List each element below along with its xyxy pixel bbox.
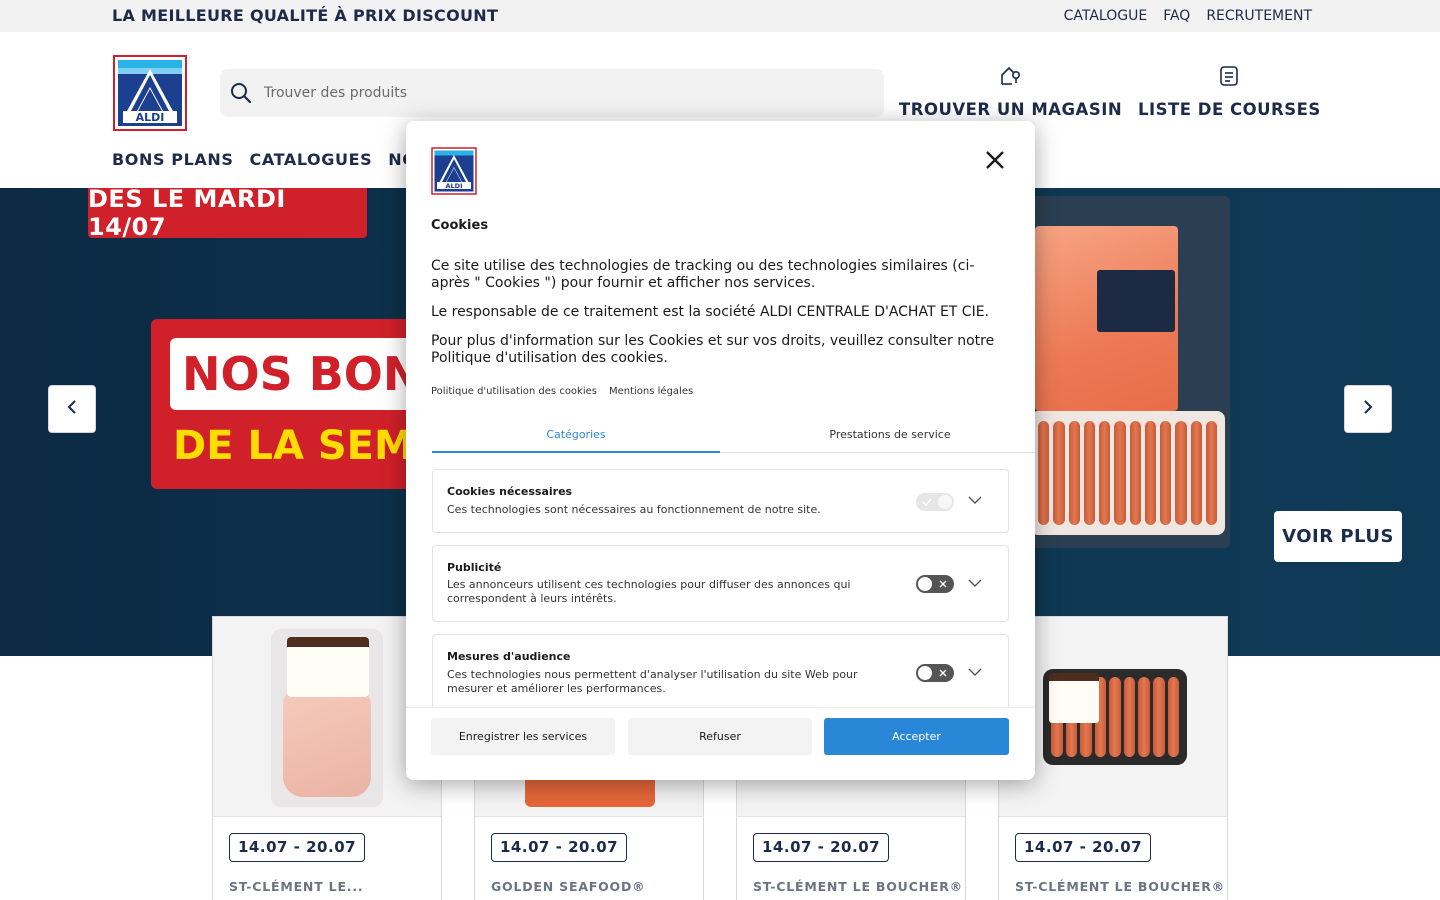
carousel-prev-button[interactable] (48, 385, 96, 433)
modal-tabs: Catégories Prestations de service (432, 421, 1035, 453)
product-date: 14.07 - 20.07 (491, 833, 628, 862)
tab-services[interactable]: Prestations de service (746, 421, 1034, 453)
product-brand: GOLDEN SEAFOOD® (491, 879, 646, 894)
store-icon (999, 64, 1023, 100)
salmon-image (1035, 226, 1178, 411)
chevron-down-icon[interactable] (967, 575, 983, 591)
modal-logo-text: ALDI (446, 182, 463, 190)
cookie-consent-modal: ALDI Cookies Ce site utilise des technol… (406, 121, 1035, 780)
link-cookie-policy[interactable]: Politique d'utilisation des cookies (431, 386, 597, 397)
product-brand: ST-CLÉMENT LE BOUCHER® (1015, 879, 1225, 894)
category-description: Les annonceurs utilisent ces technologie… (447, 578, 851, 605)
modal-aldi-logo: ALDI (431, 147, 477, 195)
shopping-list-label: LISTE DE COURSES (1138, 100, 1321, 119)
category-audience[interactable]: Mesures d'audience Ces technologies nous… (432, 634, 1009, 714)
save-services-button[interactable]: Enregistrer les services (431, 718, 615, 755)
hero-banner-line2: DE LA SEMA (173, 423, 445, 469)
category-description: Ces technologies sont nécessaires au fon… (447, 503, 821, 516)
sausage-image (1030, 411, 1225, 535)
modal-paragraph-2: Le responsable de ce traitement est la s… (431, 304, 989, 320)
product-date: 14.07 - 20.07 (229, 833, 366, 862)
voir-plus-button[interactable]: VOIR PLUS (1274, 511, 1402, 562)
product-brand: ST-CLÉMENT LE... (229, 879, 364, 894)
carousel-next-button[interactable] (1344, 385, 1392, 433)
search-bar[interactable] (220, 69, 884, 117)
aldi-logo[interactable]: ALDI (113, 55, 187, 131)
nav-catalogues[interactable]: CATALOGUES (250, 150, 373, 169)
link-legal-notice[interactable]: Mentions légales (609, 386, 693, 397)
chevron-down-icon[interactable] (967, 492, 983, 508)
modal-footer: Enregistrer les services Refuser Accepte… (406, 707, 1035, 780)
find-store-label: TROUVER UN MAGASIN (899, 100, 1123, 119)
toggle-audience[interactable] (916, 664, 954, 682)
modal-title: Cookies (431, 218, 489, 233)
tagline: LA MEILLEURE QUALITÉ À PRIX DISCOUNT (112, 6, 499, 25)
hero-product-image (1005, 196, 1230, 548)
modal-paragraph-3: Pour plus d'information sur les Cookies … (431, 333, 995, 366)
product-brand: ST-CLÉMENT LE BOUCHER® (753, 879, 963, 894)
top-links: CATALOGUE FAQ RECRUTEMENT (1064, 8, 1312, 24)
toggle-advertising[interactable] (916, 575, 954, 593)
chevron-right-icon (1360, 399, 1376, 419)
search-icon[interactable] (229, 81, 253, 105)
link-recrutement[interactable]: RECRUTEMENT (1206, 8, 1312, 24)
category-title: Cookies nécessaires (447, 485, 573, 498)
chevron-left-icon (64, 399, 80, 419)
category-necessary[interactable]: Cookies nécessaires Ces technologies son… (432, 469, 1009, 533)
hero-date-badge: DÈS LE MARDI 14/07 (88, 188, 367, 241)
search-input[interactable] (264, 69, 864, 117)
modal-links: Politique d'utilisation des cookies Ment… (431, 386, 693, 397)
list-icon (1217, 64, 1241, 100)
category-title: Publicité (447, 561, 502, 574)
accept-button[interactable]: Accepter (824, 718, 1009, 755)
tab-categories[interactable]: Catégories (432, 421, 720, 453)
refuse-button[interactable]: Refuser (628, 718, 812, 755)
category-title: Mesures d'audience (447, 650, 571, 663)
link-catalogue[interactable]: CATALOGUE (1064, 8, 1148, 24)
category-description: Ces technologies nous permettent d'analy… (447, 668, 858, 695)
product-date: 14.07 - 20.07 (753, 833, 890, 862)
product-date: 14.07 - 20.07 (1015, 833, 1152, 862)
chevron-down-icon[interactable] (967, 664, 983, 680)
logo-text: ALDI (136, 111, 165, 124)
main-nav: BONS PLANS CATALOGUES NO (112, 150, 416, 169)
find-store-button[interactable]: TROUVER UN MAGASIN (899, 64, 1122, 119)
category-advertising[interactable]: Publicité Les annonceurs utilisent ces t… (432, 545, 1009, 622)
link-faq[interactable]: FAQ (1163, 8, 1190, 24)
shopping-list-button[interactable]: LISTE DE COURSES (1138, 64, 1321, 119)
modal-paragraph-1: Ce site utilise des technologies de trac… (431, 258, 975, 291)
close-icon (985, 150, 1005, 174)
toggle-necessary (916, 493, 954, 511)
top-bar: LA MEILLEURE QUALITÉ À PRIX DISCOUNT CAT… (0, 0, 1440, 32)
modal-close-button[interactable] (980, 147, 1010, 177)
nav-bons-plans[interactable]: BONS PLANS (112, 150, 234, 169)
